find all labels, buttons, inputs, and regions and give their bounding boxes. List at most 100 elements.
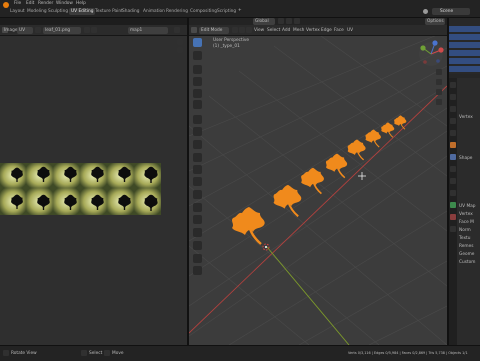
uv-pin-icon[interactable] bbox=[174, 27, 180, 33]
menu-help[interactable]: Help bbox=[76, 1, 86, 6]
section-geometry-data[interactable]: Geome bbox=[459, 252, 474, 257]
world-tab-icon[interactable] bbox=[450, 130, 456, 136]
navigation-gizmo[interactable] bbox=[419, 40, 444, 66]
output-tab-icon[interactable] bbox=[450, 106, 456, 112]
mode-selector[interactable]: Edit Mode bbox=[199, 27, 229, 34]
section-face-maps[interactable]: Face M bbox=[459, 220, 474, 225]
section-uv-maps[interactable]: UV Map bbox=[459, 204, 476, 209]
menu-edge[interactable]: Edge bbox=[321, 28, 332, 33]
edge-select-icon[interactable] bbox=[239, 27, 245, 33]
uv-vertex-select-icon[interactable] bbox=[35, 27, 41, 33]
orientation-selector[interactable]: Global bbox=[253, 18, 275, 25]
blender-logo-icon[interactable] bbox=[3, 2, 9, 8]
material-tab-icon[interactable] bbox=[450, 214, 456, 220]
section-vertex-groups[interactable]: Vertex bbox=[459, 115, 473, 120]
tab-layout[interactable]: Layout bbox=[10, 9, 25, 14]
uv-mode-label[interactable]: Image bbox=[4, 28, 17, 33]
uv-editor-canvas[interactable] bbox=[0, 36, 187, 345]
particles-tab-icon[interactable] bbox=[450, 166, 456, 172]
rotate-tool-icon[interactable] bbox=[193, 77, 202, 86]
outliner-row[interactable] bbox=[449, 66, 480, 72]
section-shape-keys[interactable]: Shape bbox=[459, 156, 472, 161]
render-tab-icon[interactable] bbox=[450, 94, 456, 100]
outliner-row[interactable] bbox=[449, 26, 480, 32]
3d-cursor-icon[interactable] bbox=[262, 243, 270, 251]
menu-file[interactable]: File bbox=[14, 1, 21, 6]
data-tab-icon[interactable] bbox=[450, 202, 456, 208]
tab-scripting[interactable]: Scripting bbox=[217, 9, 236, 14]
tab-animation[interactable]: Animation bbox=[143, 9, 165, 14]
menu-window[interactable]: Window bbox=[56, 1, 73, 6]
ortho-toggle-icon[interactable] bbox=[436, 99, 442, 105]
proportional-icon[interactable] bbox=[294, 18, 300, 24]
measure-tool-icon[interactable] bbox=[193, 127, 202, 136]
cursor-tool-icon[interactable] bbox=[193, 51, 202, 60]
modifier-tab-icon[interactable] bbox=[450, 154, 456, 160]
constraints-tab-icon[interactable] bbox=[450, 190, 456, 196]
tool-tab-icon[interactable] bbox=[450, 82, 456, 88]
scale-tool-icon[interactable] bbox=[193, 89, 202, 98]
inset-tool-icon[interactable] bbox=[193, 165, 202, 174]
shear-tool-icon[interactable] bbox=[193, 254, 202, 263]
uv-zoom-icon[interactable] bbox=[177, 39, 183, 45]
section-texture-space[interactable]: Textu bbox=[459, 236, 470, 241]
outliner-row[interactable] bbox=[449, 50, 480, 56]
outliner-row[interactable] bbox=[449, 42, 480, 48]
vertex-select-icon[interactable] bbox=[232, 27, 238, 33]
poly-build-tool-icon[interactable] bbox=[193, 215, 202, 224]
pan-hand-icon[interactable] bbox=[436, 79, 442, 85]
menu-add[interactable]: Add bbox=[282, 28, 290, 33]
rip-tool-icon[interactable] bbox=[193, 266, 202, 275]
bevel-tool-icon[interactable] bbox=[193, 177, 202, 186]
camera-view-icon[interactable] bbox=[436, 89, 442, 95]
tab-uv-editing[interactable]: UV Editing bbox=[69, 8, 96, 15]
add-workspace-icon[interactable]: + bbox=[238, 8, 242, 13]
menu-render[interactable]: Render bbox=[38, 1, 53, 6]
texture-tab-icon[interactable] bbox=[450, 226, 456, 232]
select-box-icon[interactable] bbox=[193, 38, 202, 47]
section-vertex-colors[interactable]: Vertex bbox=[459, 212, 473, 217]
tab-compositing[interactable]: Compositing bbox=[190, 9, 217, 14]
move-tool-icon[interactable] bbox=[193, 65, 202, 74]
tab-texture-paint[interactable]: Texture Paint bbox=[95, 9, 123, 14]
menu-face[interactable]: Face bbox=[334, 28, 344, 33]
annotate-tool-icon[interactable] bbox=[193, 115, 202, 124]
scene-tab-icon[interactable] bbox=[450, 118, 456, 124]
uv-sync-field[interactable]: UV bbox=[17, 27, 33, 34]
menu-mesh[interactable]: Mesh bbox=[293, 28, 304, 33]
uv-pan-icon[interactable] bbox=[177, 47, 183, 53]
viewport-editor-type-icon[interactable] bbox=[191, 27, 197, 33]
options-dropdown[interactable]: Options bbox=[425, 18, 445, 25]
menu-edit[interactable]: Edit bbox=[26, 1, 34, 6]
object-tab-icon[interactable] bbox=[450, 142, 456, 148]
spin-tool-icon[interactable] bbox=[193, 228, 202, 237]
menu-vertex[interactable]: Vertex bbox=[306, 28, 320, 33]
scene-selector-icon[interactable] bbox=[423, 9, 428, 14]
snap-icon[interactable] bbox=[286, 18, 292, 24]
scene-field[interactable]: Scene bbox=[432, 8, 470, 15]
menu-view[interactable]: View bbox=[254, 28, 264, 33]
tab-sculpting[interactable]: Sculpting bbox=[48, 9, 68, 14]
pivot-icon[interactable] bbox=[278, 18, 284, 24]
physics-tab-icon[interactable] bbox=[450, 178, 456, 184]
add-cube-tool-icon[interactable] bbox=[193, 140, 202, 149]
uv-map-field[interactable]: map1 bbox=[128, 27, 168, 34]
extrude-tool-icon[interactable] bbox=[193, 153, 202, 162]
outliner-row[interactable] bbox=[449, 34, 480, 40]
zoom-icon[interactable] bbox=[436, 69, 442, 75]
section-normals[interactable]: Norm bbox=[459, 228, 471, 233]
image-browse-icon[interactable] bbox=[84, 27, 90, 33]
image-name-field[interactable]: leaf_01.png bbox=[43, 27, 81, 34]
section-custom-properties[interactable]: Custom bbox=[459, 260, 475, 265]
image-new-icon[interactable] bbox=[91, 27, 97, 33]
menu-select[interactable]: Select bbox=[267, 28, 280, 33]
tab-rendering[interactable]: Rendering bbox=[166, 9, 188, 14]
knife-tool-icon[interactable] bbox=[193, 203, 202, 212]
3d-viewport[interactable]: User Perspective (1) _type_01 bbox=[189, 36, 447, 345]
transform-tool-icon[interactable] bbox=[193, 100, 202, 109]
face-select-icon[interactable] bbox=[246, 27, 252, 33]
outliner-row[interactable] bbox=[449, 58, 480, 64]
tab-modeling[interactable]: Modeling bbox=[27, 9, 47, 14]
smooth-tool-icon[interactable] bbox=[193, 241, 202, 250]
section-remesh[interactable]: Remes bbox=[459, 244, 474, 249]
